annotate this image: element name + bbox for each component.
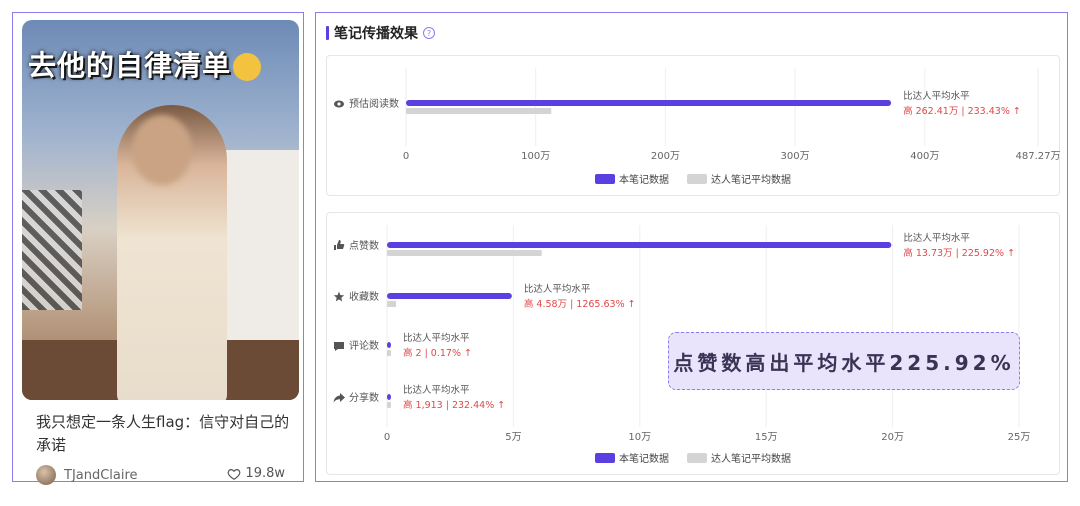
likes[interactable]: 19.8w bbox=[227, 466, 285, 481]
x-tick-label: 10万 bbox=[628, 432, 651, 443]
read-chart-box: 0 100万 200万 300万 400万 487.27万 预估阅读数 比达人平均水平高 26… bbox=[326, 55, 1061, 196]
legend-label-own[interactable]: 本笔记数据 bbox=[619, 173, 669, 186]
emoji-icon bbox=[233, 53, 262, 81]
note-title[interactable]: 我只想定一条人生flag：信守对自己的承诺 bbox=[36, 411, 301, 457]
panel-header: 笔记传播效果 ? bbox=[326, 23, 435, 43]
avatar[interactable] bbox=[36, 465, 56, 485]
highlight-callout: 点赞数高出平均水平225.92% bbox=[668, 332, 1020, 390]
likes-count: 19.8w bbox=[245, 466, 285, 481]
category-label: 点赞数 bbox=[349, 239, 379, 252]
annotation-label: 比达人平均水平 bbox=[903, 90, 970, 102]
annotation-value: 高 2 | 0.17% ↑ bbox=[403, 347, 472, 359]
x-tick-label: 300万 bbox=[781, 151, 810, 162]
x-tick-label: 25万 bbox=[1008, 432, 1031, 443]
note-card[interactable]: 去他的自律清单 我只想定一条人生flag：信守对自己的承诺 TJandClair… bbox=[12, 12, 304, 485]
x-tick-label: 200万 bbox=[651, 151, 680, 162]
legend-label-average[interactable]: 达人笔记平均数据 bbox=[711, 452, 791, 465]
x-tick-label: 20万 bbox=[881, 432, 904, 443]
share-icon bbox=[333, 393, 345, 403]
cover-screen bbox=[22, 190, 82, 310]
legend-swatch-average bbox=[687, 453, 707, 463]
annotation-value: 高 4.58万 | 1265.63% ↑ bbox=[524, 298, 636, 310]
cover-title: 去他的自律清单 bbox=[28, 44, 262, 84]
heart-icon bbox=[228, 468, 241, 480]
bar-own[interactable] bbox=[387, 394, 391, 400]
category-label: 收藏数 bbox=[349, 290, 379, 303]
panel-title: 笔记传播效果 bbox=[334, 26, 418, 42]
x-tick-label: 400万 bbox=[910, 151, 939, 162]
star-icon bbox=[333, 291, 345, 302]
help-icon[interactable]: ? bbox=[423, 27, 435, 39]
bar-average[interactable] bbox=[387, 350, 391, 356]
annotation-label: 比达人平均水平 bbox=[903, 232, 970, 244]
x-tick-label: 0 bbox=[403, 151, 409, 162]
category-label: 评论数 bbox=[349, 339, 379, 352]
note-cover-image[interactable]: 去他的自律清单 bbox=[22, 20, 299, 400]
annotation-label: 比达人平均水平 bbox=[403, 384, 470, 396]
bar-own[interactable] bbox=[387, 293, 512, 299]
bar-own[interactable] bbox=[387, 242, 892, 248]
legend-swatch-own bbox=[595, 453, 615, 463]
thumb-up-icon bbox=[334, 240, 345, 250]
author[interactable]: TJandClaire bbox=[36, 465, 138, 485]
legend-label-own[interactable]: 本笔记数据 bbox=[619, 452, 669, 465]
annotation-value: 高 13.73万 | 225.92% ↑ bbox=[903, 247, 1015, 259]
title-accent-bar bbox=[326, 26, 329, 40]
comment-icon bbox=[334, 342, 344, 351]
legend-label-average[interactable]: 达人笔记平均数据 bbox=[711, 173, 791, 186]
x-tick-label: 5万 bbox=[505, 432, 521, 443]
x-tick-label: 15万 bbox=[755, 432, 778, 443]
annotation-label: 比达人平均水平 bbox=[524, 283, 591, 295]
x-tick-label: 100万 bbox=[521, 151, 550, 162]
spread-effect-panel: 笔记传播效果 ? 0 100万 200万 300万 400万 487.27万 预估阅读数 比达… bbox=[315, 12, 1068, 482]
eye-icon bbox=[334, 100, 344, 108]
bar-average[interactable] bbox=[387, 301, 397, 307]
x-tick-label: 487.27万 bbox=[1016, 151, 1061, 162]
author-name[interactable]: TJandClaire bbox=[64, 468, 138, 483]
annotation-label: 比达人平均水平 bbox=[403, 332, 470, 344]
read-chart: 0 100万 200万 300万 400万 487.27万 预估阅读数 比达人平均水平高 26… bbox=[334, 68, 1061, 186]
annotation-value: 高 262.41万 | 233.43% ↑ bbox=[903, 105, 1021, 117]
bar-average[interactable] bbox=[387, 250, 542, 256]
legend-swatch-own bbox=[595, 174, 615, 184]
legend-swatch-average bbox=[687, 174, 707, 184]
bar-own[interactable] bbox=[406, 100, 892, 106]
bar-own[interactable] bbox=[387, 342, 391, 348]
bar-average[interactable] bbox=[387, 402, 391, 408]
annotation-value: 高 1,913 | 232.44% ↑ bbox=[403, 399, 505, 411]
cover-blurred-face bbox=[132, 115, 192, 185]
category-label: 预估阅读数 bbox=[349, 97, 399, 110]
bar-average[interactable] bbox=[406, 108, 552, 114]
category-label: 分享数 bbox=[349, 391, 379, 404]
x-tick-label: 0 bbox=[384, 432, 390, 443]
